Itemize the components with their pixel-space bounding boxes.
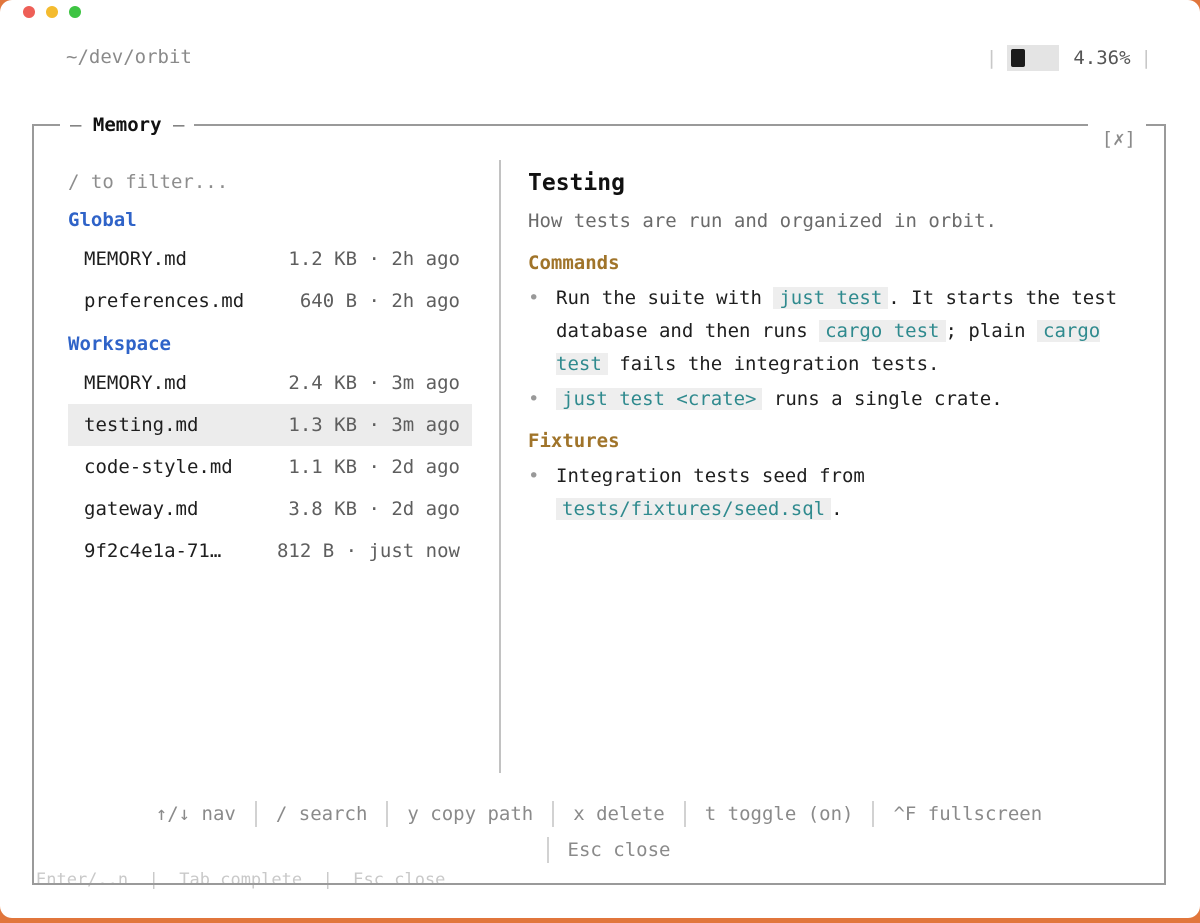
hint-nav: ↑/↓ nav — [155, 803, 236, 825]
status-divider: | — [1140, 47, 1152, 69]
hint-close: Esc close — [567, 839, 671, 861]
file-name: MEMORY.md — [84, 248, 187, 270]
filter-input[interactable]: / to filter... — [68, 166, 472, 198]
file-name: 9f2c4e1a-71… — [84, 540, 222, 562]
bullet-text: Run the suite with just test. It starts … — [556, 287, 1118, 375]
bullet-icon: • — [528, 388, 540, 410]
hint-toggle: t toggle (on) — [704, 803, 854, 825]
inline-code: just test — [773, 287, 889, 309]
close-window-button[interactable] — [23, 6, 35, 18]
inline-code: just test <crate> — [556, 388, 763, 410]
bullet-icon: • — [528, 287, 540, 309]
context-usage-fill — [1011, 49, 1026, 67]
context-usage-meter — [1007, 45, 1060, 71]
file-name: testing.md — [84, 414, 199, 436]
list-item-selected[interactable]: testing.md 1.3 KB · 3m ago — [68, 404, 472, 446]
group-label-workspace: Workspace — [68, 333, 171, 355]
group-label-global: Global — [68, 209, 137, 231]
inline-code: cargo test — [819, 320, 946, 342]
app-window: ~/dev/orbit | 4.36% | Enter/..n | Tab co… — [0, 0, 1200, 918]
list-item[interactable]: 9f2c4e1a-71… 812 B · just now — [68, 530, 472, 572]
doc-description: How tests are run and organized in orbit… — [528, 210, 997, 232]
list-item: • just test <crate> runs a single crate. — [528, 383, 1148, 416]
file-meta: 1.2 KB · 2h ago — [288, 248, 460, 270]
file-name: gateway.md — [84, 498, 199, 520]
list-item[interactable]: MEMORY.md 1.2 KB · 2h ago — [68, 238, 472, 280]
hint-divider — [872, 801, 875, 827]
status-divider: | — [985, 47, 998, 69]
file-meta: 640 B · 2h ago — [299, 290, 460, 312]
file-name: MEMORY.md — [84, 372, 187, 394]
file-meta: 3.8 KB · 2d ago — [288, 498, 460, 520]
hint-fullscreen: ^F fullscreen — [893, 803, 1043, 825]
memory-panel: — Memory — [✗] / to filter... Global MEM… — [32, 112, 1166, 885]
bullet-icon: • — [528, 465, 540, 487]
list-item[interactable]: code-style.md 1.1 KB · 2d ago — [68, 446, 472, 488]
section-heading-commands: Commands — [528, 252, 620, 274]
list-item[interactable]: preferences.md 640 B · 2h ago — [68, 280, 472, 322]
panel-title-text: Memory — [92, 114, 162, 136]
bullet-text: just test <crate> runs a single crate. — [556, 383, 1148, 416]
hint-divider — [683, 801, 686, 827]
status-bar: | 4.36% | — [976, 44, 1162, 72]
hint-divider — [386, 801, 389, 827]
context-usage-percent: 4.36% — [1073, 47, 1131, 69]
minimize-window-button[interactable] — [46, 6, 58, 18]
file-meta: 2.4 KB · 3m ago — [288, 372, 460, 394]
zoom-window-button[interactable] — [69, 6, 81, 18]
window-controls — [23, 6, 81, 18]
bullet-text: Integration tests seed from tests/fixtur… — [556, 465, 865, 520]
list-item[interactable]: MEMORY.md 2.4 KB · 3m ago — [68, 362, 472, 404]
file-meta: 1.3 KB · 3m ago — [288, 414, 460, 436]
section-heading-fixtures: Fixtures — [528, 430, 620, 452]
keybinding-hints: ↑/↓ nav / search y copy path x delete t … — [34, 796, 1164, 868]
hint-row: ↑/↓ nav / search y copy path x delete t … — [34, 796, 1164, 832]
list-item: • Run the suite with just test. It start… — [528, 282, 1148, 381]
pane-divider[interactable] — [499, 160, 501, 773]
hint-divider — [552, 801, 555, 827]
hint-delete: x delete — [573, 803, 665, 825]
working-directory: ~/dev/orbit — [66, 46, 192, 68]
inline-code: tests/fixtures/seed.sql — [556, 498, 832, 520]
list-item: • Integration tests seed from tests/fixt… — [528, 460, 1148, 526]
file-meta: 812 B · just now — [276, 540, 460, 562]
file-name: preferences.md — [84, 290, 245, 312]
list-item[interactable]: gateway.md 3.8 KB · 2d ago — [68, 488, 472, 530]
doc-title: Testing — [528, 170, 625, 196]
panel-title: — Memory — — [60, 112, 195, 138]
memory-file-list: / to filter... Global MEMORY.md 1.2 KB ·… — [68, 166, 472, 572]
hint-search: / search — [275, 803, 368, 825]
hint-copy-path: y copy path — [407, 803, 534, 825]
file-name: code-style.md — [84, 456, 233, 478]
hint-row: Esc close — [34, 832, 1164, 868]
memory-preview: Testing How tests are run and organized … — [528, 164, 1148, 526]
hint-divider — [546, 837, 549, 863]
hint-divider — [254, 801, 257, 827]
file-meta: 1.1 KB · 2d ago — [288, 456, 460, 478]
close-panel-button[interactable]: [✗] — [1101, 128, 1136, 150]
